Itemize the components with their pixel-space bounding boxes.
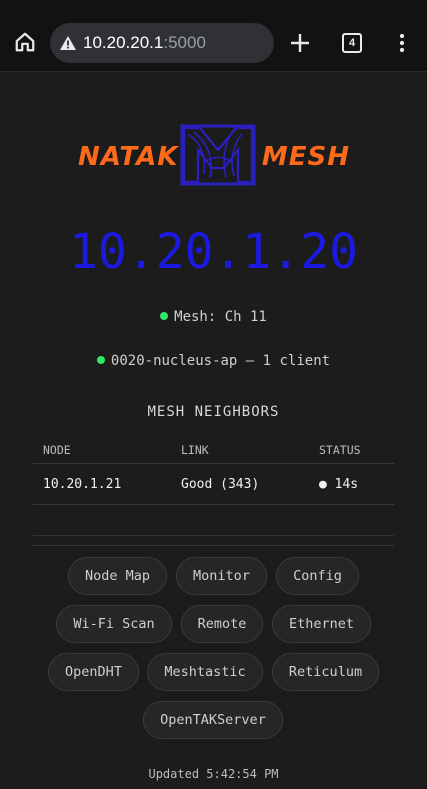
status-dot-icon [96,356,105,364]
meshtastic-button[interactable]: Meshtastic [147,653,263,691]
neighbor-link: Good (343) [171,463,309,505]
column-header-status: STATUS [309,437,394,464]
monitor-button[interactable]: Monitor [176,557,267,595]
table-row-empty [33,504,394,546]
column-header-link: LINK [171,437,309,464]
neighbor-status: ● 14s [309,463,394,505]
remote-button[interactable]: Remote [181,605,263,643]
tab-count: 4 [348,37,356,49]
divider [33,535,394,536]
mesh-neighbors-title: MESH NEIGHBORS [147,404,280,420]
neighbor-node: 10.20.1.21 [33,463,171,505]
browser-toolbar: 10.20.20.1:5000 4 [0,0,427,72]
url-host: 10.20.20.1 [83,33,164,52]
mesh-status: Mesh: Ch 11 [0,309,427,325]
updated-timestamp: Updated 5:42:54 PM [148,767,279,781]
opentakserver-button[interactable]: OpenTAKServer [143,701,283,739]
url-port: :5000 [163,33,206,52]
table-empty-cell [33,504,394,546]
node-map-button[interactable]: Node Map [68,557,167,595]
ap-status: 0020-nucleus-ap — 1 client [0,353,427,369]
address-bar[interactable]: 10.20.20.1:5000 [50,23,274,63]
natak-mesh-logo: NATAK MESH [78,124,350,188]
status-dot-icon [160,312,169,320]
home-icon[interactable] [14,31,36,53]
config-button[interactable]: Config [276,557,359,595]
table-row: 10.20.1.21 Good (343) ● 14s [33,463,394,505]
url-text: 10.20.20.1:5000 [83,33,206,53]
ap-status-text: 0020-nucleus-ap — 1 client [110,353,331,369]
logo-text-left: NATAK [78,142,179,172]
table-header-row: NODE LINK STATUS [33,437,394,464]
plus-icon[interactable] [290,33,310,53]
wifi-scan-button[interactable]: Wi-Fi Scan [56,605,172,643]
reticulum-button[interactable]: Reticulum [272,653,379,691]
logo-text-right: MESH [261,142,350,172]
opendht-button[interactable]: OpenDHT [48,653,139,691]
mesh-status-text: Mesh: Ch 11 [174,309,267,325]
more-vert-icon[interactable] [397,33,407,53]
node-ip-address: 10.20.1.20 [69,224,358,280]
warning-icon[interactable] [59,35,77,51]
column-header-node: NODE [33,437,171,464]
neighbors-table: NODE LINK STATUS 10.20.1.21 Good (343) ●… [33,437,394,546]
tabs-icon[interactable]: 4 [342,33,362,53]
logo-mark-icon [180,124,256,186]
ethernet-button[interactable]: Ethernet [272,605,371,643]
